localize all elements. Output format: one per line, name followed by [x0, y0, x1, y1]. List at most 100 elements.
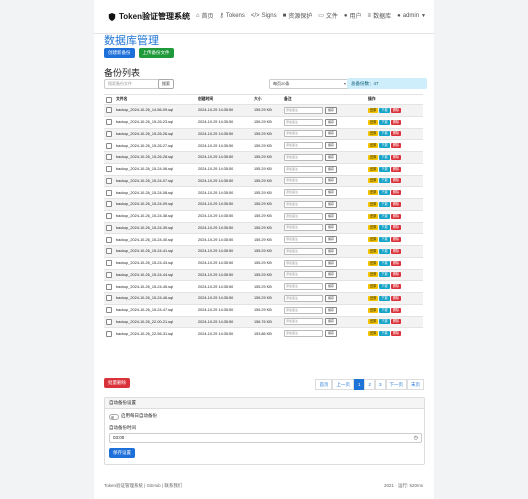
row-checkbox[interactable] — [106, 236, 112, 243]
row-checkbox[interactable] — [106, 271, 112, 278]
nav-item-signs[interactable]: </> Signs — [251, 13, 277, 19]
note-save-button[interactable]: 保存 — [325, 118, 337, 126]
note-input[interactable]: 添加备注 — [284, 130, 323, 138]
delete-button[interactable]: 删除 — [390, 107, 402, 113]
download-button[interactable]: 下载 — [379, 201, 390, 207]
download-button[interactable]: 下载 — [379, 107, 390, 113]
row-checkbox[interactable] — [106, 248, 112, 255]
pager-page-3[interactable]: 3 — [374, 379, 386, 390]
create-backup-button[interactable]: 创建新备份 — [104, 48, 135, 58]
delete-button[interactable]: 删除 — [390, 319, 402, 325]
restore-button[interactable]: 还原 — [368, 260, 379, 266]
row-select-cell[interactable] — [104, 198, 114, 211]
restore-button[interactable]: 还原 — [368, 237, 379, 243]
note-save-button[interactable]: 保存 — [325, 294, 337, 302]
note-input[interactable]: 添加备注 — [284, 330, 323, 338]
delete-button[interactable]: 删除 — [390, 131, 402, 137]
row-select-cell[interactable] — [104, 151, 114, 164]
delete-button[interactable]: 删除 — [390, 154, 402, 160]
row-select-cell[interactable] — [104, 162, 114, 175]
delete-button[interactable]: 删除 — [390, 201, 402, 207]
backup-time-input[interactable]: 03:00 ◷ — [109, 433, 422, 443]
note-save-button[interactable]: 保存 — [325, 212, 337, 220]
save-settings-button[interactable]: 保存设置 — [109, 448, 135, 458]
download-button[interactable]: 下载 — [379, 190, 390, 196]
row-checkbox[interactable] — [106, 166, 112, 173]
row-select-cell[interactable] — [104, 280, 114, 293]
row-checkbox[interactable] — [106, 283, 112, 290]
restore-button[interactable]: 还原 — [368, 143, 379, 149]
pager-prev[interactable]: 上一页 — [332, 379, 354, 390]
delete-button[interactable]: 删除 — [390, 295, 402, 301]
note-input[interactable]: 添加备注 — [284, 189, 323, 197]
per-page-select[interactable]: 每页20条 ▾ — [269, 79, 350, 89]
download-button[interactable]: 下载 — [379, 225, 390, 231]
note-save-button[interactable]: 保存 — [325, 130, 337, 138]
row-checkbox[interactable] — [106, 224, 112, 231]
note-save-button[interactable]: 保存 — [325, 236, 337, 244]
brand[interactable]: Token验证管理系统 — [108, 11, 190, 22]
download-button[interactable]: 下载 — [379, 284, 390, 290]
row-select-cell[interactable] — [104, 127, 114, 140]
note-input[interactable]: 添加备注 — [284, 318, 323, 326]
note-save-button[interactable]: 保存 — [325, 259, 337, 267]
auto-backup-toggle[interactable] — [109, 414, 119, 420]
nav-item-files[interactable]: ▭ 文件 — [318, 11, 338, 20]
delete-button[interactable]: 删除 — [390, 331, 402, 337]
delete-button[interactable]: 删除 — [390, 119, 402, 125]
row-select-cell[interactable] — [104, 209, 114, 222]
upload-backup-button[interactable]: 上传备份文件 — [138, 48, 174, 58]
pager-page-2[interactable]: 2 — [364, 379, 375, 390]
download-button[interactable]: 下载 — [379, 119, 390, 125]
row-checkbox[interactable] — [106, 107, 112, 114]
delete-button[interactable]: 删除 — [390, 143, 402, 149]
download-button[interactable]: 下载 — [379, 307, 390, 313]
restore-button[interactable]: 还原 — [368, 119, 379, 125]
row-select-cell[interactable] — [104, 268, 114, 281]
row-select-cell[interactable] — [104, 115, 114, 128]
row-checkbox[interactable] — [106, 307, 112, 314]
delete-button[interactable]: 删除 — [390, 284, 402, 290]
pager-page-1[interactable]: 1 — [353, 379, 365, 390]
note-save-button[interactable]: 保存 — [325, 306, 337, 314]
download-button[interactable]: 下载 — [379, 237, 390, 243]
row-checkbox[interactable] — [106, 201, 112, 208]
note-input[interactable]: 添加备注 — [284, 259, 323, 267]
restore-button[interactable]: 还原 — [368, 248, 379, 254]
note-input[interactable]: 添加备注 — [284, 294, 323, 302]
download-button[interactable]: 下载 — [379, 166, 390, 172]
row-select-cell[interactable] — [104, 221, 114, 234]
user-menu[interactable]: ● admin ▼ — [397, 13, 426, 19]
nav-item-tokens[interactable]: ⚷ Tokens — [219, 12, 244, 20]
pager-next[interactable]: 下一页 — [385, 379, 407, 390]
note-input[interactable]: 添加备注 — [284, 306, 323, 314]
delete-button[interactable]: 删除 — [390, 166, 402, 172]
search-input[interactable]: 搜索备份文件 — [104, 79, 161, 89]
row-checkbox[interactable] — [106, 177, 112, 184]
restore-button[interactable]: 还原 — [368, 178, 379, 184]
note-input[interactable]: 添加备注 — [284, 236, 323, 244]
delete-button[interactable]: 删除 — [390, 237, 402, 243]
search-button[interactable]: 搜索 — [158, 79, 174, 89]
restore-button[interactable]: 还原 — [368, 107, 379, 113]
note-save-button[interactable]: 保存 — [325, 189, 337, 197]
row-select-cell[interactable] — [104, 245, 114, 258]
note-save-button[interactable]: 保存 — [325, 153, 337, 161]
nav-item-users[interactable]: ● 用户 — [344, 11, 362, 21]
row-checkbox[interactable] — [106, 119, 112, 126]
row-checkbox[interactable] — [106, 330, 112, 337]
row-select-cell[interactable] — [104, 174, 114, 187]
download-button[interactable]: 下载 — [379, 248, 390, 254]
restore-button[interactable]: 还原 — [368, 272, 379, 278]
note-save-button[interactable]: 保存 — [325, 200, 337, 208]
note-input[interactable]: 添加备注 — [284, 118, 323, 126]
note-input[interactable]: 添加备注 — [284, 177, 323, 185]
delete-button[interactable]: 删除 — [390, 225, 402, 231]
restore-button[interactable]: 还原 — [368, 166, 379, 172]
row-checkbox[interactable] — [106, 130, 112, 137]
note-save-button[interactable]: 保存 — [325, 106, 337, 114]
restore-button[interactable]: 还原 — [368, 213, 379, 219]
restore-button[interactable]: 还原 — [368, 131, 379, 137]
pager-first[interactable]: 首页 — [315, 379, 333, 390]
download-button[interactable]: 下载 — [379, 260, 390, 266]
